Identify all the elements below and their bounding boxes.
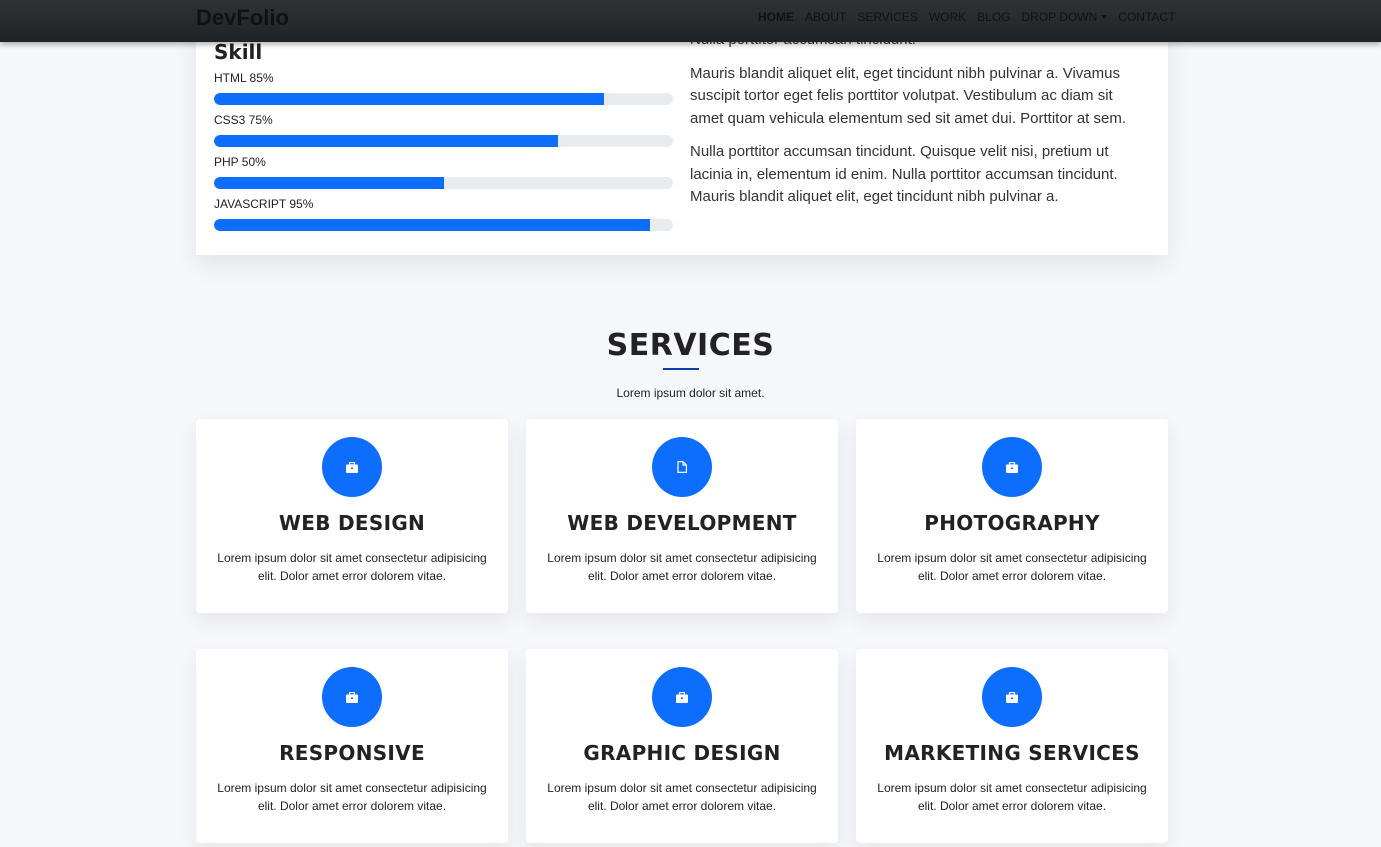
nav-label: SERVICES [857, 10, 918, 24]
skill-label: PHP 50% [214, 155, 266, 169]
service-card-graphic-design[interactable]: GRAPHIC DESIGN Lorem ipsum dolor sit ame… [526, 649, 838, 843]
service-desc: Lorem ipsum dolor sit amet consectetur a… [547, 551, 817, 583]
progress-fill [214, 93, 605, 105]
nav-item-home[interactable]: HOME [758, 10, 794, 24]
skill-label: JAVASCRIPT 95% [214, 197, 314, 211]
service-name: RESPONSIVE [279, 741, 425, 765]
service-icon-circle [982, 437, 1042, 497]
briefcase-icon [346, 691, 358, 703]
nav-menu: HOME ABOUT SERVICES WORK BLOG DROP DOWN … [758, 10, 1175, 24]
service-name: MARKETING SERVICES [884, 741, 1140, 765]
nav-label: WORK [928, 10, 967, 24]
service-desc: Lorem ipsum dolor sit amet consectetur a… [877, 781, 1147, 813]
skill-title: Skill [214, 40, 263, 64]
skill-item: PHP 50% [214, 156, 673, 198]
nav-item-services[interactable]: SERVICES [857, 10, 917, 24]
skill-label: CSS3 75% [214, 113, 273, 127]
service-card-responsive[interactable]: RESPONSIVE Lorem ipsum dolor sit amet co… [196, 649, 508, 843]
title-underline [663, 368, 699, 370]
nav-label: BLOG [977, 10, 1011, 24]
file-icon [677, 461, 687, 473]
briefcase-icon [676, 691, 688, 703]
progress-bar [214, 219, 673, 231]
skill-item: CSS3 75% [214, 114, 673, 156]
briefcase-icon [1006, 461, 1018, 473]
briefcase-icon [346, 461, 358, 473]
nav-item-dropdown[interactable]: DROP DOWN [1022, 10, 1108, 24]
about-paragraph: Mauris blandit aliquet elit, eget tincid… [690, 64, 1127, 127]
about-paragraph: Nulla porttitor accumsan tincidunt. Quis… [690, 143, 1118, 205]
service-card-photography[interactable]: PHOTOGRAPHY Lorem ipsum dolor sit amet c… [856, 419, 1168, 613]
skill-item: HTML 85% [214, 72, 673, 114]
progress-fill [214, 135, 559, 147]
progress-fill [214, 177, 444, 189]
navbar: DevFolio HOME ABOUT SERVICES WORK BLOG D… [0, 0, 1381, 42]
nav-item-contact[interactable]: CONTACT [1118, 10, 1175, 24]
service-desc: Lorem ipsum dolor sit amet consectetur a… [877, 551, 1147, 583]
service-desc: Lorem ipsum dolor sit amet consectetur a… [547, 781, 817, 813]
nav-label: CONTACT [1118, 10, 1176, 24]
nav-label: DROP DOWN [1021, 10, 1098, 24]
briefcase-icon [1006, 691, 1018, 703]
progress-fill [214, 219, 651, 231]
service-icon-circle [652, 667, 712, 727]
nav-label: ABOUT [805, 10, 847, 24]
service-icon-circle [322, 667, 382, 727]
services-title: SERVICES [606, 328, 775, 363]
service-name: WEB DESIGN [278, 511, 426, 535]
service-name: PHOTOGRAPHY [924, 511, 1100, 535]
progress-bar [214, 135, 673, 147]
service-name: GRAPHIC DESIGN [583, 741, 781, 765]
services-subtitle: Lorem ipsum dolor sit amet. [616, 386, 765, 400]
service-card-web-development[interactable]: WEB DEVELOPMENT Lorem ipsum dolor sit am… [526, 419, 838, 613]
service-card-web-design[interactable]: WEB DESIGN Lorem ipsum dolor sit amet co… [196, 419, 508, 613]
progress-bar [214, 177, 673, 189]
service-icon-circle [322, 437, 382, 497]
progress-bar [214, 93, 673, 105]
nav-item-about[interactable]: ABOUT [805, 10, 846, 24]
service-icon-circle [982, 667, 1042, 727]
skill-item: JAVASCRIPT 95% [214, 198, 673, 240]
caret-down-icon [1101, 15, 1108, 19]
about-text: Nulla porttitor accumsan tincidunt. Maur… [690, 31, 1140, 220]
nav-label: HOME [758, 10, 794, 24]
service-icon-circle [652, 437, 712, 497]
brand-logo[interactable]: DevFolio [196, 5, 289, 31]
service-desc: Lorem ipsum dolor sit amet consectetur a… [217, 551, 487, 583]
nav-item-blog[interactable]: BLOG [977, 10, 1010, 24]
service-name: WEB DEVELOPMENT [567, 511, 797, 535]
nav-item-work[interactable]: WORK [929, 10, 966, 24]
service-desc: Lorem ipsum dolor sit amet consectetur a… [217, 781, 487, 813]
skill-label: HTML 85% [214, 71, 274, 85]
skills-list: HTML 85% CSS3 75% PHP 50% JAVASCRIPT 95% [214, 72, 673, 240]
service-card-marketing-services[interactable]: MARKETING SERVICES Lorem ipsum dolor sit… [856, 649, 1168, 843]
